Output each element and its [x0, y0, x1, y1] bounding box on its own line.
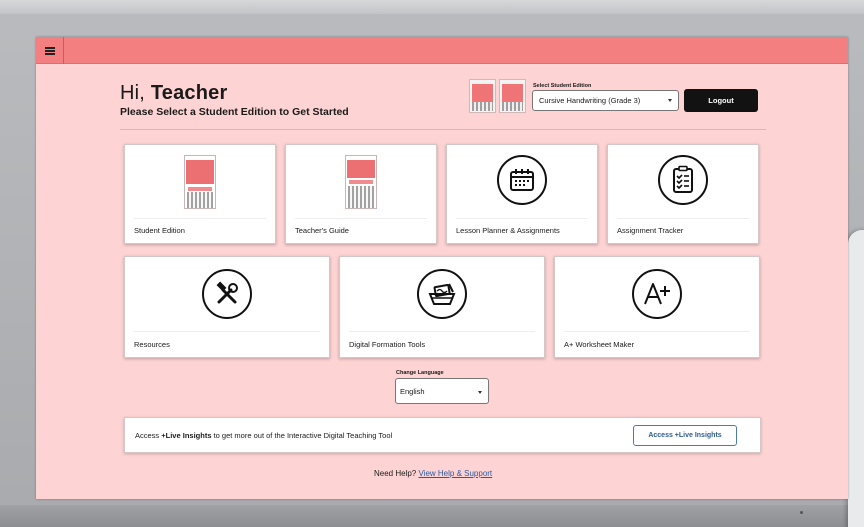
card-label: Digital Formation Tools — [349, 340, 426, 349]
insights-text-suffix: to get more out of the Interactive Digit… — [211, 431, 393, 440]
device-bottom-edge — [0, 505, 864, 527]
page-subtitle: Please Select a Student Edition to Get S… — [120, 106, 349, 118]
wrench-hammer-icon — [202, 269, 252, 319]
insights-text-bold: +Live Insights — [161, 431, 212, 440]
card-label: Teacher's Guide — [295, 226, 349, 235]
insights-text: Access +Live Insights to get more out of… — [135, 431, 392, 440]
language-select[interactable]: English — [395, 378, 489, 404]
clipboard-checklist-icon — [658, 155, 708, 205]
card-digital-formation-tools[interactable]: Digital Formation Tools — [339, 256, 545, 358]
hamburger-menu-icon — [44, 49, 55, 52]
insights-banner: Access +Live Insights to get more out of… — [124, 417, 761, 453]
card-label: Resources — [134, 340, 170, 349]
top-bar — [36, 37, 848, 64]
language-select-label: Change Language — [396, 370, 444, 376]
chevron-down-icon — [668, 99, 672, 102]
greeting-prefix: Hi, — [120, 82, 146, 104]
language-select-value: English — [400, 387, 425, 396]
side-device — [848, 230, 864, 527]
a-plus-icon — [632, 269, 682, 319]
bezel-dot — [800, 511, 803, 514]
header-divider — [120, 129, 766, 130]
card-teachers-guide[interactable]: Teacher's Guide — [285, 144, 437, 244]
teacher-book-thumbnail — [499, 79, 526, 113]
card-label: Lesson Planner & Assignments — [456, 226, 560, 235]
student-edition-book-icon — [184, 155, 216, 209]
calendar-icon — [497, 155, 547, 205]
student-book-thumbnail — [469, 79, 496, 113]
card-label: A+ Worksheet Maker — [564, 340, 635, 349]
help-support-link[interactable]: View Help & Support — [418, 469, 492, 478]
greeting: Hi, Teacher — [120, 82, 227, 105]
menu-button[interactable] — [36, 37, 64, 64]
teachers-guide-book-icon — [345, 155, 377, 209]
help-text: Need Help? — [374, 469, 417, 478]
insights-text-prefix: Access — [135, 431, 162, 440]
greeting-name: Teacher — [150, 82, 228, 104]
access-insights-button[interactable]: Access +Live Insights — [633, 425, 737, 446]
digital-tools-icon — [417, 269, 467, 319]
card-assignment-tracker[interactable]: Assignment Tracker — [607, 144, 759, 244]
edition-thumbnails — [469, 79, 526, 113]
logout-button[interactable]: Logout — [684, 89, 758, 112]
card-label: Student Edition — [134, 226, 185, 235]
edition-select-label: Select Student Edition — [533, 83, 592, 89]
edition-select-value: Cursive Handwriting (Grade 3) — [539, 96, 641, 105]
card-worksheet-maker[interactable]: A+ Worksheet Maker — [554, 256, 760, 358]
help-line: Need Help? View Help & Support — [374, 469, 492, 478]
card-label: Assignment Tracker — [617, 226, 684, 235]
card-student-edition[interactable]: Student Edition — [124, 144, 276, 244]
card-lesson-planner[interactable]: Lesson Planner & Assignments — [446, 144, 598, 244]
chevron-down-icon — [478, 391, 482, 394]
device-top-edge — [0, 0, 864, 14]
card-resources[interactable]: Resources — [124, 256, 330, 358]
app-window: Hi, Teacher Please Select a Student Edit… — [36, 37, 848, 499]
edition-select[interactable]: Cursive Handwriting (Grade 3) — [532, 90, 679, 111]
